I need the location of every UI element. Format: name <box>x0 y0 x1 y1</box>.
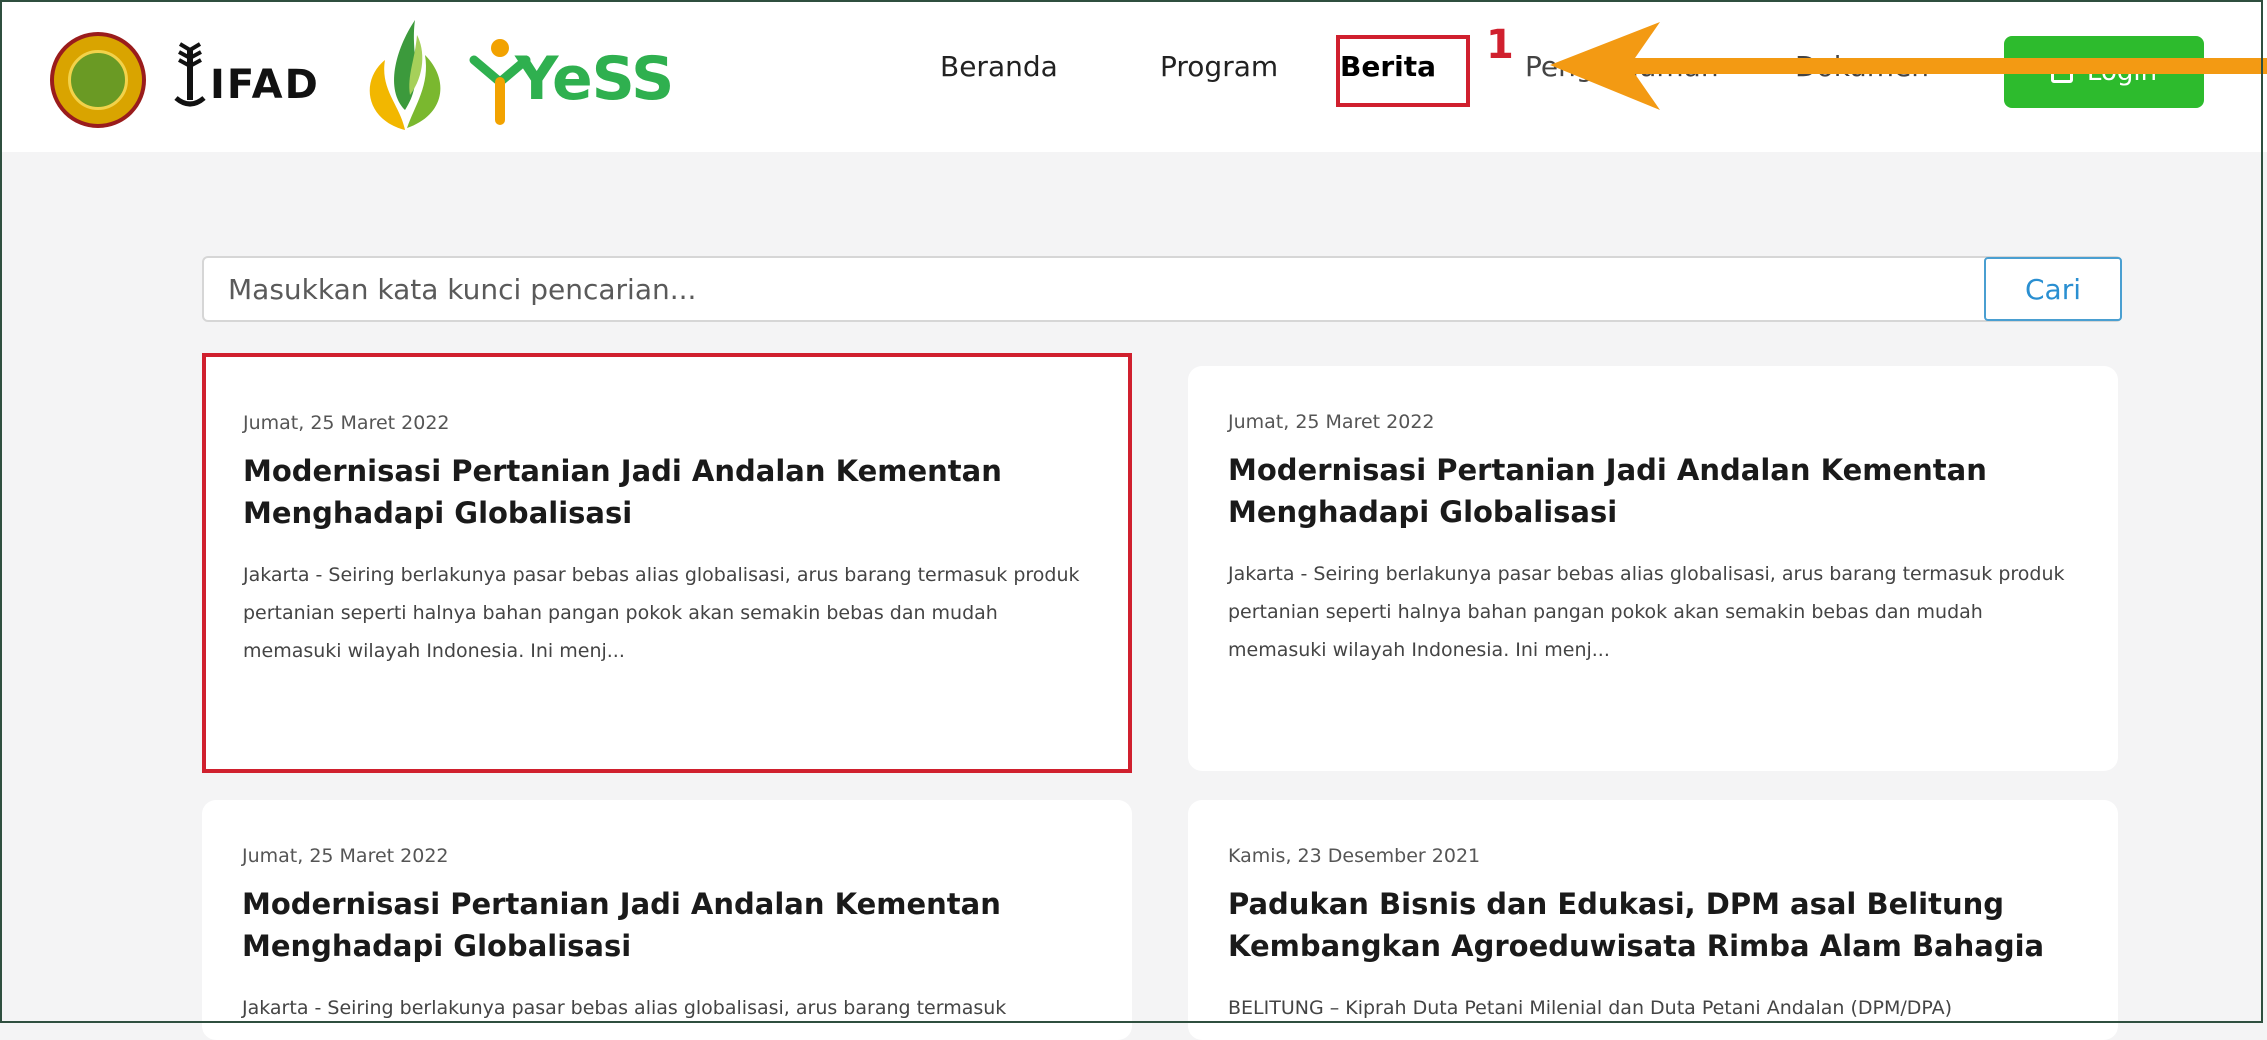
step-number-label: 1 <box>1486 22 1514 68</box>
article-card[interactable]: Jumat, 25 Maret 2022 Modernisasi Pertani… <box>202 353 1132 773</box>
article-date: Jumat, 25 Maret 2022 <box>242 845 449 867</box>
logo-group[interactable]: IFAD YeSS <box>50 0 674 152</box>
article-card[interactable]: Jumat, 25 Maret 2022 Modernisasi Pertani… <box>1188 366 2118 771</box>
article-excerpt: Jakarta - Seiring berlakunya pasar bebas… <box>243 564 1080 662</box>
article-card[interactable]: Kamis, 23 Desember 2021 Padukan Bisnis d… <box>1188 800 2118 1040</box>
article-title[interactable]: Modernisasi Pertanian Jadi Andalan Kemen… <box>242 883 1092 967</box>
article-card[interactable]: Jumat, 25 Maret 2022 Modernisasi Pertani… <box>202 800 1132 1040</box>
ministry-seal-logo <box>50 32 146 128</box>
search-bar <box>202 256 2122 322</box>
ifad-wheat-icon <box>174 42 206 107</box>
annotation-arrow <box>1550 22 2267 110</box>
site-header: IFAD YeSS Beranda Program Berita Pengumu… <box>0 0 2267 152</box>
leaf-flame-logo <box>369 20 441 130</box>
article-excerpt: BELITUNG – Kiprah Duta Petani Milenial d… <box>1228 997 1953 1019</box>
article-date: Jumat, 25 Maret 2022 <box>243 412 450 434</box>
article-excerpt: Jakarta - Seiring berlakunya pasar bebas… <box>242 997 1007 1019</box>
article-title[interactable]: Modernisasi Pertanian Jadi Andalan Kemen… <box>1228 449 2078 533</box>
article-date: Kamis, 23 Desember 2021 <box>1228 845 1481 867</box>
article-title[interactable]: Padukan Bisnis dan Edukasi, DPM asal Bel… <box>1228 883 2078 967</box>
ifad-logo-text: IFAD <box>210 62 320 108</box>
article-title[interactable]: Modernisasi Pertanian Jadi Andalan Kemen… <box>243 450 1091 534</box>
article-date: Jumat, 25 Maret 2022 <box>1228 411 1435 433</box>
yess-logo-text: YeSS <box>515 44 674 114</box>
search-input[interactable] <box>226 258 1930 322</box>
berita-highlight-box <box>1336 35 1470 107</box>
nav-beranda[interactable]: Beranda <box>940 50 1058 90</box>
nav-program[interactable]: Program <box>1160 50 1278 90</box>
article-excerpt: Jakarta - Seiring berlakunya pasar bebas… <box>1228 563 2065 661</box>
search-button[interactable]: Cari <box>1984 257 2122 321</box>
